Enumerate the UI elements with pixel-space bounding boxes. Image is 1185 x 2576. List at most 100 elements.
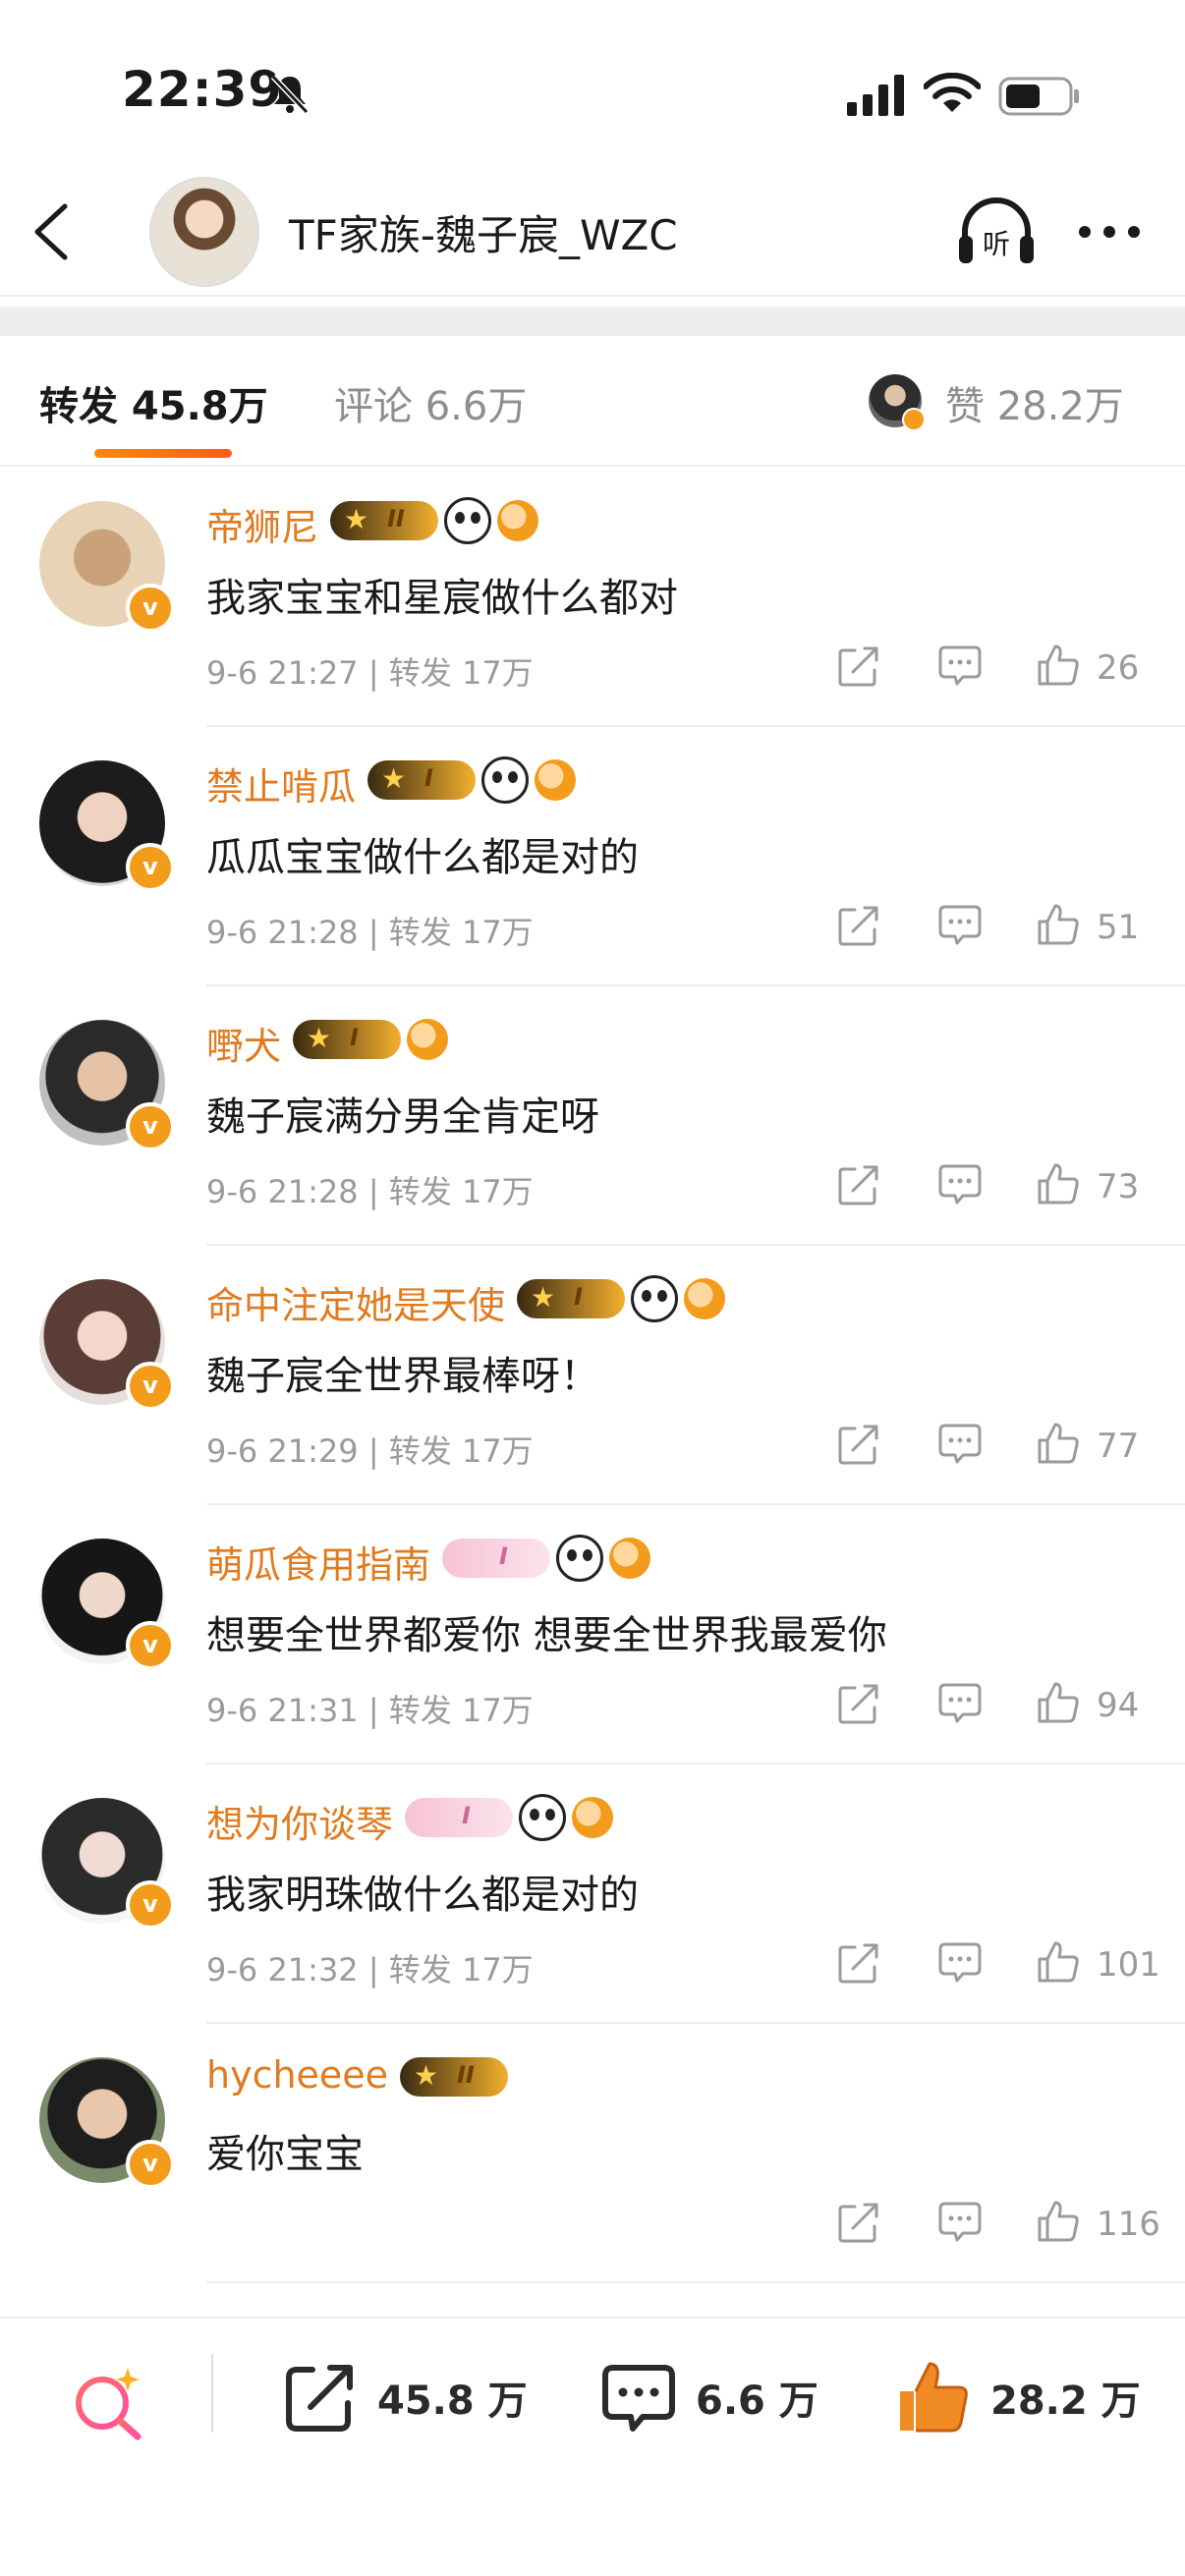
like-thumb-icon[interactable] bbox=[1036, 643, 1081, 688]
like-thumb-icon[interactable] bbox=[1036, 902, 1081, 947]
user-badges: I bbox=[405, 1794, 613, 1841]
listen-label: 听 bbox=[983, 228, 1010, 260]
share-icon[interactable] bbox=[837, 644, 880, 688]
like-thumb-icon[interactable] bbox=[1036, 1161, 1081, 1206]
share-icon[interactable] bbox=[837, 2201, 880, 2244]
comment-icon[interactable] bbox=[937, 1941, 983, 1985]
repost-row: v 想为你谈琴 I 我家明珠做什么都是对的 9-6 21:32 | 转发 17万… bbox=[0, 1764, 1185, 2024]
like-count: 116 bbox=[1097, 2205, 1160, 2244]
user-name[interactable]: 想为你谈琴 bbox=[206, 1794, 393, 1848]
account-title[interactable]: TF家族-魏子宸_WZC bbox=[289, 202, 678, 262]
repost-meta: 9-6 21:29 | 转发 17万 bbox=[206, 1432, 534, 1470]
like-count: 73 bbox=[1097, 1167, 1140, 1206]
listen-headphones-icon[interactable]: 听 bbox=[955, 195, 1038, 269]
crown-level-badge-icon: I bbox=[367, 760, 476, 800]
fan-level-badge-icon: I bbox=[442, 1539, 550, 1578]
repost-meta: 9-6 21:28 | 转发 17万 bbox=[206, 1173, 534, 1210]
bottom-action-bar: 45.8 万 6.6 万 28.2 万 bbox=[0, 2317, 1185, 2466]
user-name[interactable]: hycheeee bbox=[206, 2053, 388, 2097]
like-count: 77 bbox=[1097, 1427, 1140, 1466]
section-gap bbox=[0, 307, 1185, 336]
repost-row: v 萌瓜食用指南 I 想要全世界都爱你 想要全世界我最爱你 9-6 21:31 … bbox=[0, 1505, 1185, 1764]
user-name[interactable]: 命中注定她是天使 bbox=[206, 1275, 505, 1329]
repost-meta: 9-6 21:32 | 转发 17万 bbox=[206, 1951, 534, 1988]
status-time: 22:39 bbox=[122, 61, 284, 118]
liker-avatar bbox=[869, 374, 926, 431]
crown-level-badge-icon: I bbox=[293, 1020, 401, 1059]
bottom-comment-button[interactable]: 6.6 万 bbox=[599, 2358, 818, 2436]
tabs-divider bbox=[0, 465, 1185, 467]
panda-badge-icon bbox=[631, 1275, 678, 1322]
share-icon[interactable] bbox=[837, 1941, 880, 1985]
repost-text[interactable]: 想要全世界都爱你 想要全世界我最爱你 bbox=[206, 1603, 887, 1660]
comment-icon[interactable] bbox=[937, 904, 983, 947]
repost-meta: 9-6 21:28 | 转发 17万 bbox=[206, 914, 534, 951]
repost-text[interactable]: 魏子宸满分男全肯定呀 bbox=[206, 1085, 599, 1142]
user-name[interactable]: 嘢犬 bbox=[206, 1016, 281, 1070]
verified-badge-icon: v bbox=[126, 1362, 175, 1411]
tab-likes[interactable]: 赞 28.2万 bbox=[945, 374, 1124, 431]
fan-level-label: II bbox=[457, 2061, 475, 2089]
comment-icon[interactable] bbox=[937, 1682, 983, 1725]
comment-icon[interactable] bbox=[937, 2201, 983, 2244]
cell-signal-icon bbox=[847, 75, 904, 116]
fan-level-label: II bbox=[387, 505, 405, 532]
like-thumb-icon[interactable] bbox=[1036, 1680, 1081, 1725]
account-avatar[interactable] bbox=[149, 177, 259, 287]
repost-text[interactable]: 魏子宸全世界最棒呀！ bbox=[206, 1344, 599, 1401]
repost-row: v 帝狮尼 II 我家宝宝和星宸做什么都对 9-6 21:27 | 转发 17万… bbox=[0, 468, 1185, 727]
comment-icon[interactable] bbox=[937, 1423, 983, 1466]
wifi-icon bbox=[924, 73, 981, 112]
share-icon[interactable] bbox=[837, 1423, 880, 1466]
pufferfish-badge-icon bbox=[535, 759, 576, 801]
bottom-like-button[interactable]: 28.2 万 bbox=[894, 2358, 1141, 2436]
repost-row: v 命中注定她是天使 I 魏子宸全世界最棒呀！ 9-6 21:29 | 转发 1… bbox=[0, 1246, 1185, 1505]
user-name[interactable]: 萌瓜食用指南 bbox=[206, 1535, 430, 1589]
active-tab-indicator bbox=[94, 449, 232, 458]
search-sparkle-icon[interactable] bbox=[71, 2364, 147, 2440]
repost-row: v 嘢犬 I 魏子宸满分男全肯定呀 9-6 21:28 | 转发 17万 73 bbox=[0, 986, 1185, 1246]
tab-repost[interactable]: 转发 45.8万 bbox=[39, 374, 268, 431]
like-thumb-icon[interactable] bbox=[1036, 2199, 1081, 2244]
repost-row: v 禁止啃瓜 I 瓜瓜宝宝做什么都是对的 9-6 21:28 | 转发 17万 … bbox=[0, 727, 1185, 986]
user-badges: I bbox=[293, 1016, 448, 1063]
share-icon[interactable] bbox=[837, 904, 880, 947]
repost-text[interactable]: 我家明珠做什么都是对的 bbox=[206, 1863, 639, 1920]
like-thumb-icon[interactable] bbox=[1036, 1421, 1081, 1466]
status-bar: 22:39 bbox=[0, 0, 1185, 147]
repost-text[interactable]: 我家宝宝和星宸做什么都对 bbox=[206, 566, 678, 623]
share-icon[interactable] bbox=[837, 1682, 880, 1725]
share-icon[interactable] bbox=[837, 1163, 880, 1206]
like-thumb-icon[interactable] bbox=[1036, 1939, 1081, 1985]
fan-level-label: I bbox=[574, 1283, 583, 1311]
panda-badge-icon bbox=[481, 756, 529, 804]
repost-meta: 9-6 21:31 | 转发 17万 bbox=[206, 1692, 534, 1729]
user-name[interactable]: 帝狮尼 bbox=[206, 497, 318, 551]
user-name[interactable]: 禁止啃瓜 bbox=[206, 756, 356, 811]
top-nav: TF家族-魏子宸_WZC 听 bbox=[0, 167, 1185, 293]
more-options-icon[interactable] bbox=[1077, 222, 1142, 242]
repost-meta: 9-6 21:27 | 转发 17万 bbox=[206, 654, 534, 692]
comment-icon[interactable] bbox=[937, 644, 983, 688]
bottom-comment-count: 6.6 万 bbox=[696, 2379, 818, 2424]
repost-text[interactable]: 爱你宝宝 bbox=[206, 2122, 364, 2179]
user-badges: II bbox=[330, 497, 538, 544]
comment-icon[interactable] bbox=[937, 1163, 983, 1206]
tab-comment[interactable]: 评论 6.6万 bbox=[334, 374, 527, 431]
bottom-repost-count: 45.8 万 bbox=[377, 2379, 528, 2424]
like-count: 51 bbox=[1097, 908, 1140, 947]
verified-badge-icon: v bbox=[126, 1880, 175, 1930]
bottom-repost-button[interactable]: 45.8 万 bbox=[281, 2358, 528, 2436]
user-badges: I bbox=[442, 1535, 650, 1582]
comment-bubble-icon bbox=[602, 2365, 675, 2432]
panda-badge-icon bbox=[556, 1535, 603, 1582]
pufferfish-badge-icon bbox=[497, 500, 538, 541]
verified-badge-icon: v bbox=[126, 843, 175, 892]
back-arrow-icon[interactable] bbox=[31, 202, 71, 261]
row-divider bbox=[206, 2281, 1185, 2283]
repost-text[interactable]: 瓜瓜宝宝做什么都是对的 bbox=[206, 825, 639, 882]
battery-icon bbox=[998, 77, 1079, 116]
pufferfish-badge-icon bbox=[609, 1538, 650, 1579]
fan-level-badge-icon: I bbox=[405, 1798, 513, 1837]
verified-badge-icon: v bbox=[126, 1621, 175, 1670]
